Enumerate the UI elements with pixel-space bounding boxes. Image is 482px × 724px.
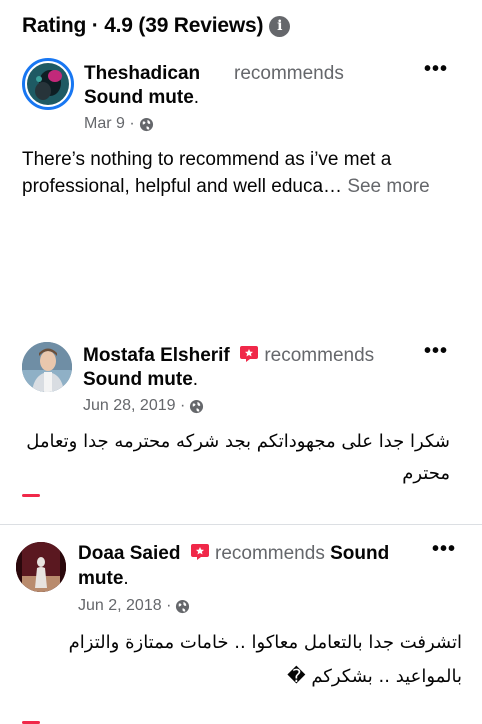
reaction-indicator xyxy=(22,494,40,497)
page-name-line: mute. xyxy=(78,567,129,590)
globe-icon xyxy=(176,599,190,613)
recommend-badge-icon xyxy=(190,544,209,560)
page-name-continued[interactable]: mute xyxy=(78,568,123,589)
author-name[interactable]: Theshadican xyxy=(84,63,200,84)
info-icon[interactable]: i xyxy=(269,15,291,37)
review-date[interactable]: Jun 2, 2018 · xyxy=(78,597,171,615)
more-options-icon[interactable]: ••• xyxy=(424,340,448,363)
author-name[interactable]: Mostafa Elsherif xyxy=(83,345,230,366)
avatar[interactable] xyxy=(16,542,66,592)
recommends-text: recommends xyxy=(234,63,344,84)
review-body: شكرا جدا على مجهوداتكم بجد شركه محترمه ج… xyxy=(26,431,450,484)
period: . xyxy=(193,87,200,108)
review-meta: Jun 2, 2018 · xyxy=(78,597,190,615)
page-name[interactable]: Sound mute xyxy=(83,369,193,390)
period: . xyxy=(192,369,199,390)
review-author-line: Mostafa Elsherif recommends xyxy=(83,344,374,367)
see-more-link[interactable]: See more xyxy=(347,176,429,197)
avatar[interactable] xyxy=(22,342,72,392)
review-date[interactable]: Jun 28, 2019 · xyxy=(83,397,185,415)
period: . xyxy=(123,568,129,589)
author-name[interactable]: Doaa Saied xyxy=(78,543,180,564)
review-divider xyxy=(0,524,482,525)
rating-title: Rating · 4.9 (39 Reviews) xyxy=(22,14,264,37)
rating-header: Rating · 4.9 (39 Reviews) i xyxy=(22,14,291,38)
recommends-text: recommends xyxy=(264,345,375,366)
avatar[interactable] xyxy=(22,58,74,110)
page-name-line: Sound mute. xyxy=(84,86,199,109)
more-options-icon[interactable]: ••• xyxy=(424,58,448,81)
review-meta: Mar 9 · xyxy=(84,115,154,133)
recommend-badge-icon xyxy=(240,346,259,362)
page-name[interactable]: Sound mute xyxy=(84,87,194,108)
globe-icon xyxy=(139,117,153,131)
page-name-line: Sound mute. xyxy=(83,368,198,391)
page-name[interactable]: Sound xyxy=(330,543,389,564)
globe-icon xyxy=(190,399,204,413)
more-options-icon[interactable]: ••• xyxy=(432,538,456,561)
review-author-line: Doaa Saied recommends Sound xyxy=(78,542,389,565)
review-text: There’s nothing to recommend as i’ve met… xyxy=(22,146,467,200)
review-body: There’s nothing to recommend as i’ve met… xyxy=(22,149,392,197)
recommends-label: recommends xyxy=(234,62,344,85)
review-date[interactable]: Mar 9 · xyxy=(84,115,135,133)
review-meta: Jun 28, 2019 · xyxy=(83,397,204,415)
review-body: اتشرفت جدا بالتعامل معاكوا .. خامات ممتا… xyxy=(68,632,462,687)
recommends-text: recommends xyxy=(215,543,325,564)
